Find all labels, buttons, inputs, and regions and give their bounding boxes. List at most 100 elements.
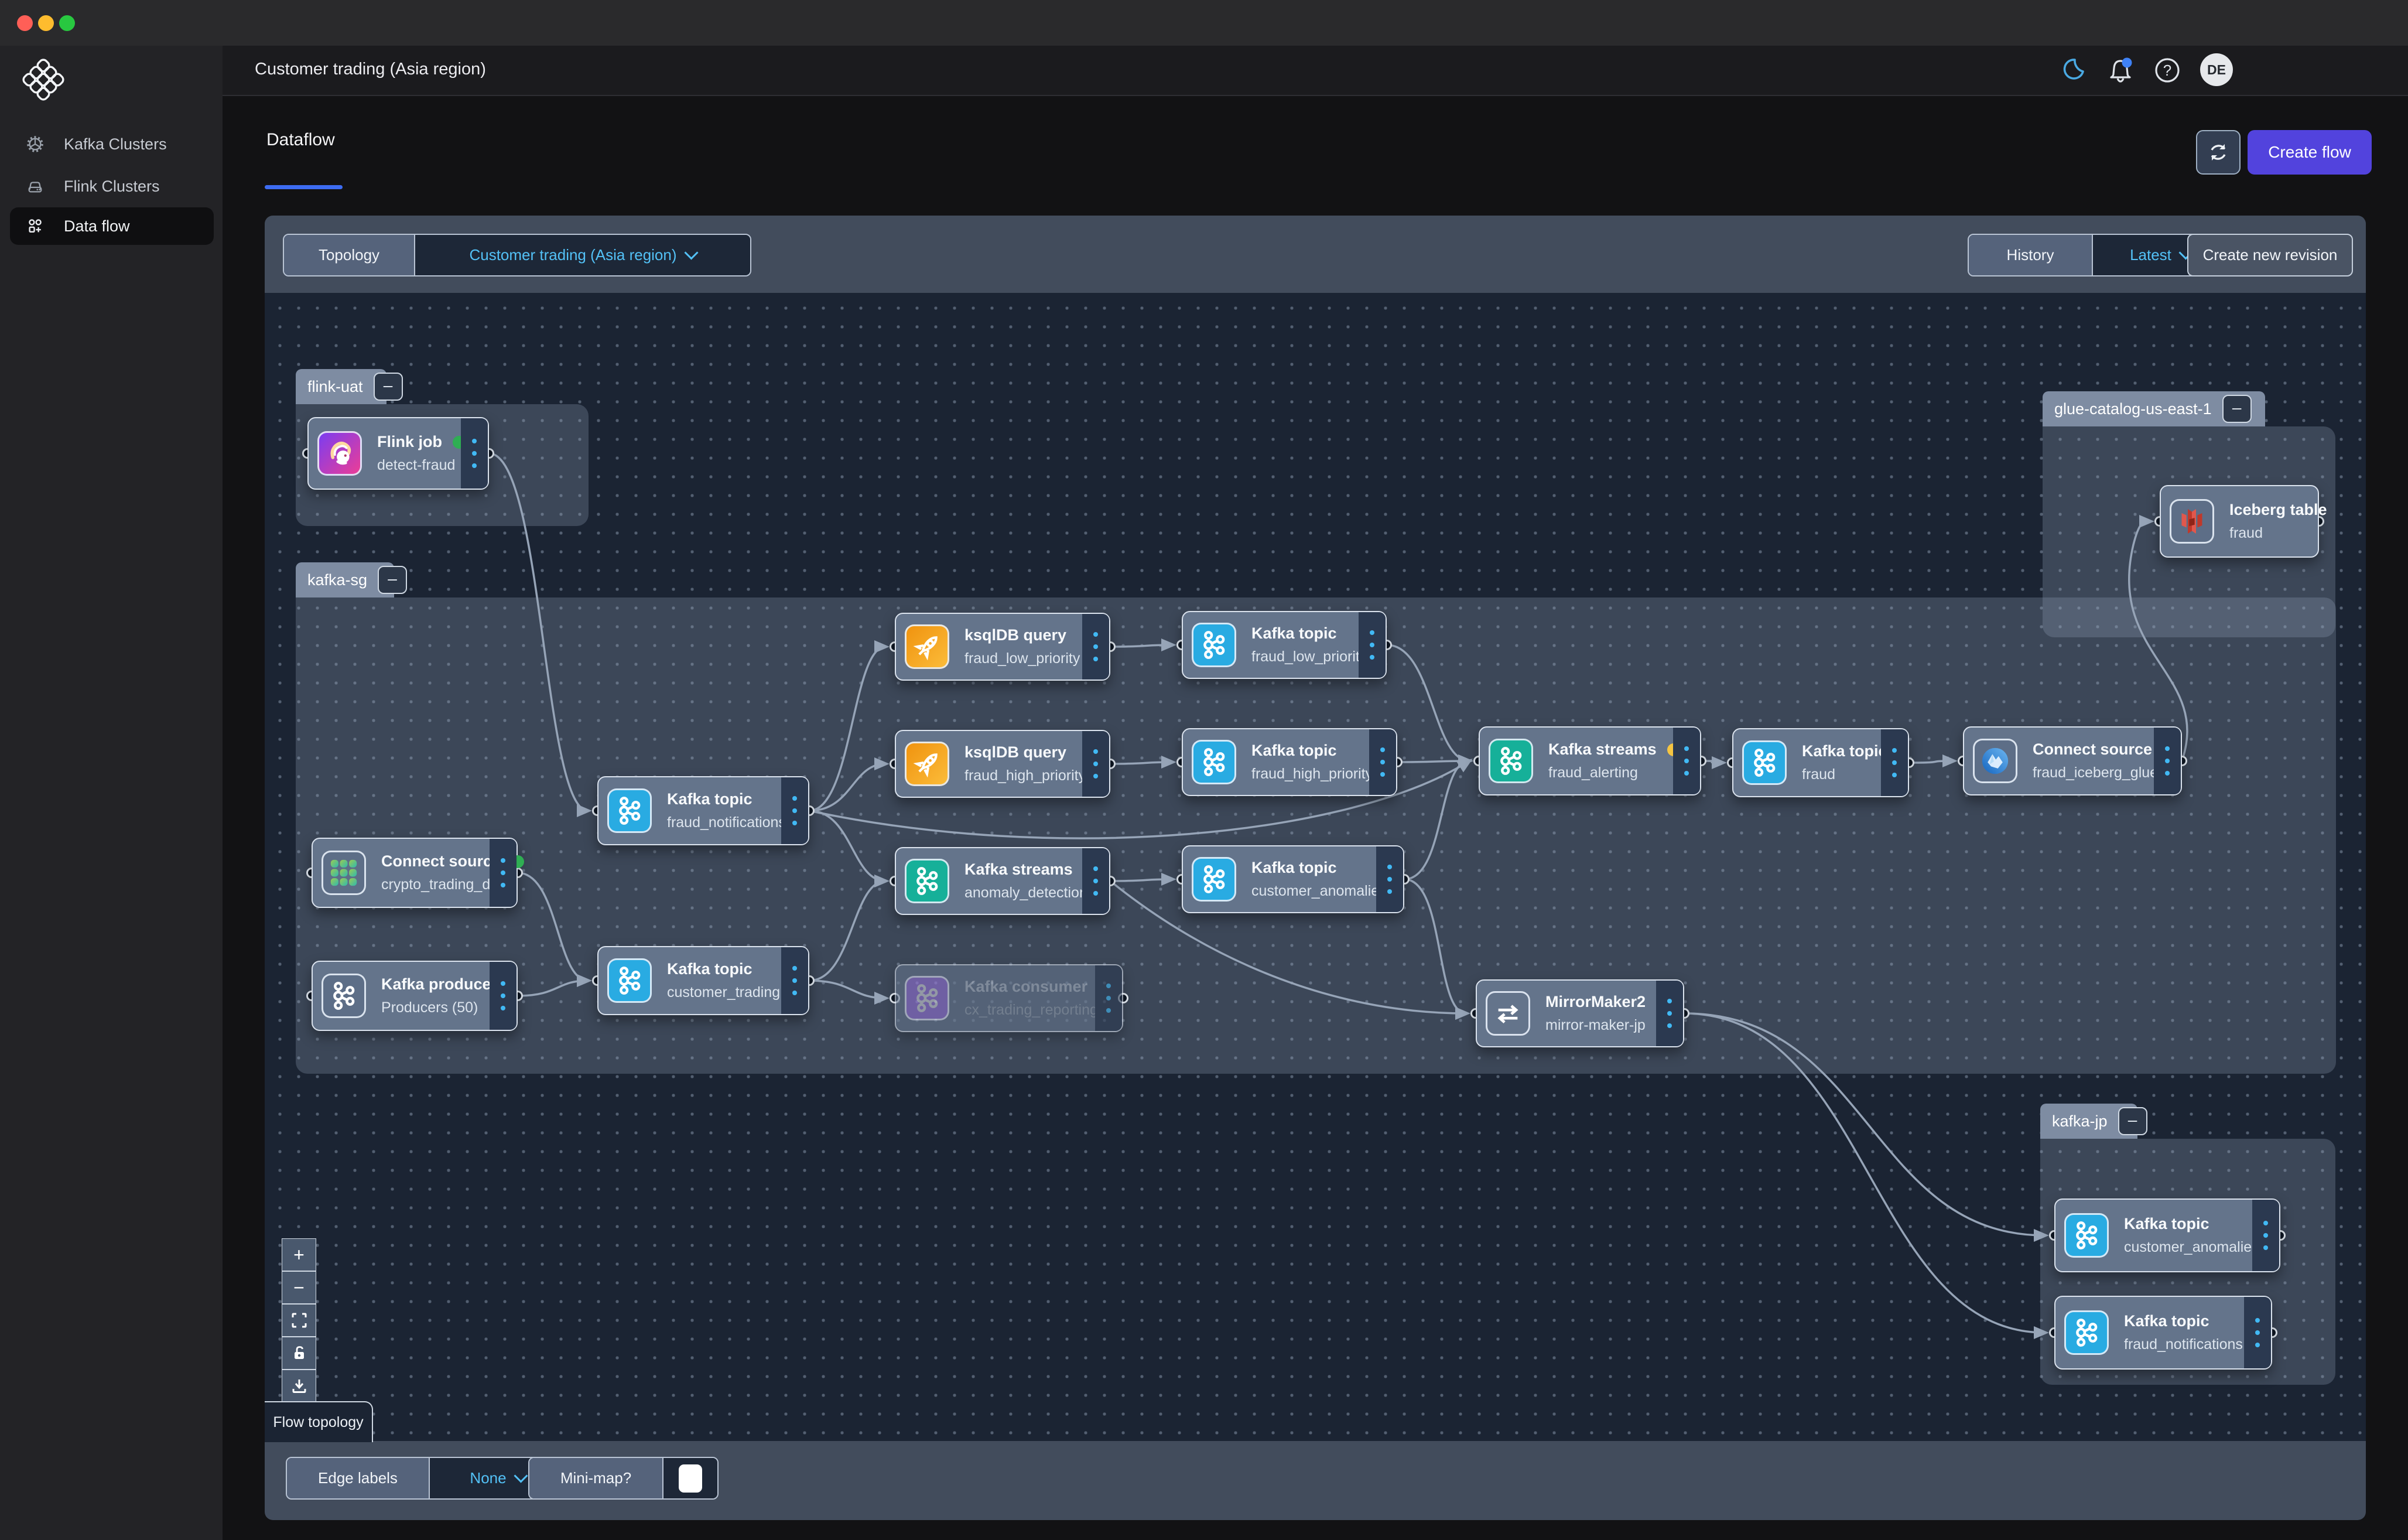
sidebar-item-label: Flink Clusters — [64, 177, 160, 196]
node-subtitle: detect-fraud — [377, 457, 466, 474]
node-jp-topic-customer-anomalies[interactable]: Kafka topiccustomer_anomalies — [2054, 1198, 2280, 1272]
minimize-window-button[interactable] — [38, 15, 54, 31]
help-icon[interactable]: ? — [2152, 55, 2183, 86]
node-ksqldb-low[interactable]: ksqlDB query fraud_low_priority — [895, 613, 1110, 681]
sidebar-item-data-flow[interactable]: Data flow — [10, 207, 214, 245]
node-menu[interactable] — [1369, 729, 1396, 795]
group-collapse-button[interactable]: – — [374, 373, 403, 401]
zoom-out-button[interactable]: − — [282, 1272, 316, 1303]
minimap-toggle[interactable] — [662, 1458, 717, 1498]
node-title: Kafka topic — [667, 790, 752, 808]
node-menu[interactable] — [1359, 612, 1386, 678]
node-subtitle: customer_trading — [667, 984, 780, 1001]
node-mirrormaker2[interactable]: MirrorMaker2mirror-maker-jp — [1476, 979, 1684, 1047]
node-menu[interactable] — [781, 947, 808, 1014]
node-title: Connect source — [2033, 740, 2152, 759]
flow-canvas[interactable]: flink-uat–kafka-sg–glue-catalog-us-east-… — [265, 293, 2366, 1441]
node-title: Kafka streams — [964, 861, 1073, 879]
fit-view-button[interactable] — [282, 1305, 316, 1336]
topology-selector[interactable]: Topology Customer trading (Asia region) — [283, 234, 751, 276]
node-menu[interactable] — [2252, 1200, 2279, 1271]
tab-dataflow[interactable]: Dataflow — [266, 130, 335, 150]
node-ksqldb-high[interactable]: ksqlDB queryfraud_high_priority — [895, 730, 1110, 798]
node-streams-anomaly[interactable]: Kafka streamsanomaly_detection — [895, 847, 1110, 915]
node-subtitle: fraud_low_priority — [964, 650, 1080, 667]
group-collapse-button[interactable]: – — [378, 566, 407, 594]
node-flink-job[interactable]: Flink jobdetect-fraud — [307, 417, 489, 490]
group-tab-flink-uat[interactable]: flink-uat– — [296, 369, 386, 404]
node-menu[interactable] — [2154, 728, 2181, 794]
mirrormaker-swap-icon — [1486, 991, 1530, 1036]
node-menu[interactable] — [1082, 848, 1109, 914]
node-title: Connect source — [381, 852, 501, 870]
node-title: Kafka topic — [667, 960, 752, 978]
refresh-button[interactable] — [2196, 130, 2241, 175]
node-jp-topic-fraud-notifications[interactable]: Kafka topicfraud_notifications — [2054, 1296, 2272, 1370]
kafka-topic-icon — [2064, 1310, 2109, 1355]
moon-icon[interactable] — [2058, 55, 2089, 86]
close-window-button[interactable] — [17, 15, 33, 31]
kafka-topic-icon — [2064, 1213, 2109, 1258]
minimap-label: Mini-map? — [529, 1458, 662, 1498]
node-topic-low[interactable]: Kafka topicfraud_low_priority — [1182, 611, 1387, 679]
node-iceberg-table[interactable]: Iceberg tablefraud — [2160, 485, 2319, 558]
node-menu[interactable] — [1376, 846, 1403, 912]
lock-button[interactable] — [282, 1337, 316, 1369]
flow-topology-tab[interactable]: Flow topology — [265, 1401, 373, 1442]
node-menu[interactable] — [2244, 1297, 2271, 1368]
group-tab-kafka-jp[interactable]: kafka-jp– — [2040, 1104, 2137, 1139]
dataflow-icon — [26, 217, 44, 235]
lock-icon — [290, 1344, 308, 1362]
node-menu[interactable] — [1095, 965, 1122, 1031]
group-label: glue-catalog-us-east-1 — [2054, 400, 2212, 418]
connect-source-iceberg-icon — [1973, 739, 2017, 783]
node-menu[interactable] — [490, 962, 517, 1030]
download-button[interactable] — [282, 1370, 316, 1402]
node-connect-iceberg[interactable]: Connect sourcefraud_iceberg_glue — [1963, 726, 2182, 795]
node-title: Kafka streams — [1548, 740, 1657, 759]
zoom-in-button[interactable]: + — [282, 1239, 316, 1271]
node-menu[interactable] — [1656, 981, 1683, 1046]
app-window: Kafka Clusters Flink Clusters Data flow … — [0, 0, 2408, 1540]
node-topic-fraud-notifications[interactable]: Kafka topicfraud_notifications — [597, 776, 809, 845]
group-collapse-button[interactable]: – — [2118, 1107, 2147, 1135]
sidebar-item-kafka-clusters[interactable]: Kafka Clusters — [10, 125, 214, 163]
sidebar: Kafka Clusters Flink Clusters Data flow — [0, 46, 223, 1540]
kafka-consumer-icon — [905, 976, 949, 1020]
node-topic-customer-trading[interactable]: Kafka topic customer_trading — [597, 946, 809, 1015]
node-topic-fraud[interactable]: Kafka topicfraud — [1732, 728, 1909, 797]
edge-labels-selector[interactable]: Edge labels None — [286, 1457, 567, 1500]
download-icon — [290, 1377, 308, 1395]
node-menu[interactable] — [490, 839, 517, 907]
node-subtitle: fraud_low_priority — [1251, 648, 1367, 665]
node-menu[interactable] — [461, 418, 488, 489]
node-menu[interactable] — [1673, 728, 1700, 794]
node-producers[interactable]: Kafka producersProducers (50) — [312, 961, 518, 1031]
node-connect-crypto[interactable]: Connect sourcecrypto_trading_dbz — [312, 838, 518, 908]
sidebar-item-flink-clusters[interactable]: Flink Clusters — [10, 168, 214, 205]
group-tab-kafka-sg[interactable]: kafka-sg– — [296, 562, 394, 597]
node-menu[interactable] — [1082, 614, 1109, 679]
topology-selector-value[interactable]: Customer trading (Asia region) — [414, 235, 750, 275]
node-topic-high[interactable]: Kafka topicfraud_high_priority — [1182, 728, 1397, 796]
avatar[interactable]: DE — [2200, 53, 2233, 86]
node-menu[interactable] — [781, 777, 808, 844]
node-title: ksqlDB query — [964, 626, 1066, 644]
node-topic-customer-anomalies[interactable]: Kafka topiccustomer_anomalies — [1182, 845, 1404, 913]
sidebar-item-label: Data flow — [64, 217, 130, 235]
node-streams-fraud-alerting[interactable]: Kafka streamsfraud_alerting — [1479, 726, 1701, 795]
group-label: flink-uat — [307, 378, 363, 396]
node-consumer-cx[interactable]: Kafka consumercx_trading_reporting — [895, 964, 1123, 1032]
node-title: Kafka topic — [1251, 859, 1337, 877]
create-flow-button[interactable]: Create flow — [2248, 130, 2372, 175]
node-menu[interactable] — [1881, 729, 1908, 796]
node-subtitle: fraud_high_priority — [1251, 766, 1373, 783]
create-new-revision-button[interactable]: Create new revision — [2187, 234, 2353, 276]
group-collapse-button[interactable]: – — [2222, 395, 2252, 423]
ksqldb-rocket-icon — [905, 624, 949, 669]
node-title: Kafka topic — [2124, 1312, 2209, 1330]
node-menu[interactable] — [1082, 731, 1109, 797]
group-tab-glue-catalog-us-east-1[interactable]: glue-catalog-us-east-1– — [2043, 391, 2265, 426]
zoom-window-button[interactable] — [59, 15, 75, 31]
bell-icon[interactable] — [2105, 55, 2136, 86]
